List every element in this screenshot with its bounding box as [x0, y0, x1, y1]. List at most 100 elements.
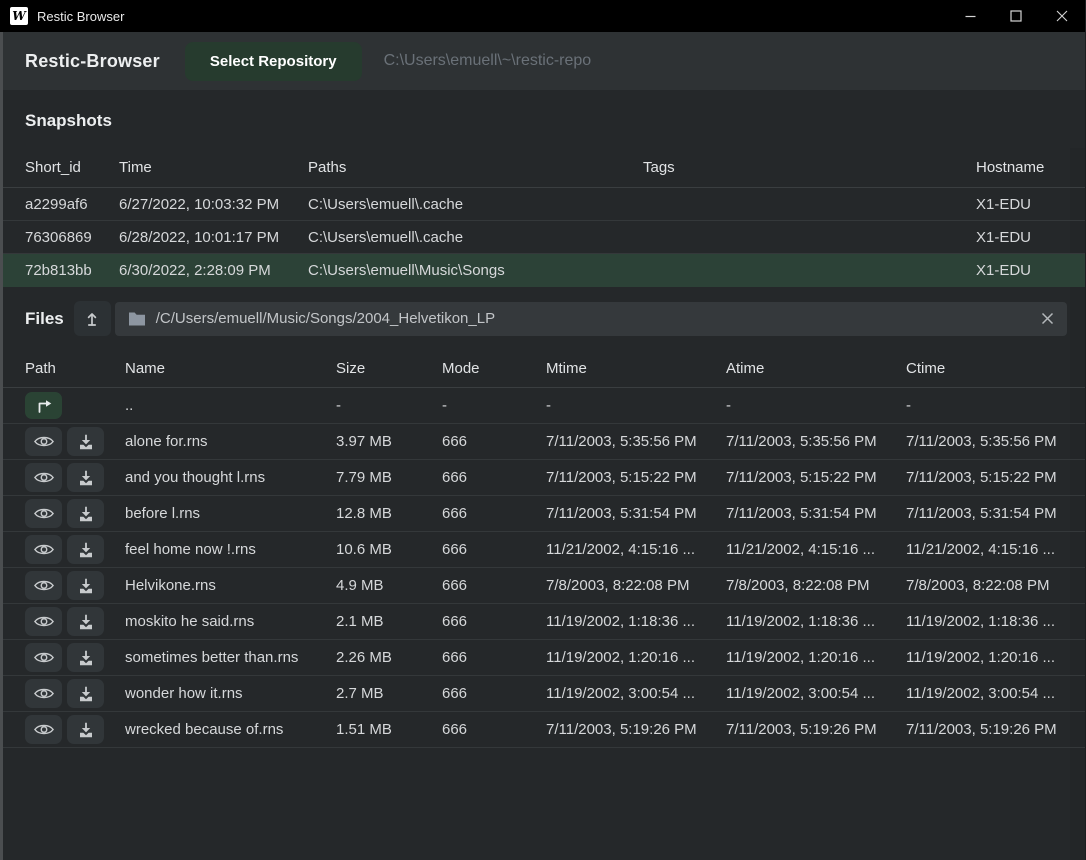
- download-file-button[interactable]: [67, 679, 104, 708]
- file-name: alone for.rns: [125, 433, 336, 450]
- download-file-button[interactable]: [67, 715, 104, 744]
- eye-icon: [34, 578, 54, 593]
- download-icon: [78, 614, 94, 630]
- file-name: moskito he said.rns: [125, 613, 336, 630]
- clear-path-button[interactable]: [1041, 312, 1054, 325]
- file-size: 2.26 MB: [336, 649, 442, 666]
- download-icon: [78, 542, 94, 558]
- snapshots-table-header: Short_id Time Paths Tags Hostname: [3, 148, 1085, 188]
- file-ctime: 11/21/2002, 4:15:16 ...: [906, 541, 1067, 558]
- download-icon: [78, 434, 94, 450]
- download-file-button[interactable]: [67, 571, 104, 600]
- preview-file-button[interactable]: [25, 463, 62, 492]
- column-header-ctime: Ctime: [906, 360, 1067, 377]
- file-name: wonder how it.rns: [125, 685, 336, 702]
- snapshot-row[interactable]: a2299af6 6/27/2022, 10:03:32 PM C:\Users…: [3, 188, 1085, 221]
- column-header-tags: Tags: [643, 159, 976, 176]
- file-mode: 666: [442, 685, 546, 702]
- folder-icon: [128, 312, 146, 326]
- preview-file-button[interactable]: [25, 499, 62, 528]
- file-name: wrecked because of.rns: [125, 721, 336, 738]
- file-ctime: 7/11/2003, 5:15:22 PM: [906, 469, 1067, 486]
- file-mode: 666: [442, 433, 546, 450]
- download-icon: [78, 722, 94, 738]
- file-ctime: 7/11/2003, 5:19:26 PM: [906, 721, 1067, 738]
- minimize-button[interactable]: [947, 0, 993, 32]
- file-mtime: 7/11/2003, 5:31:54 PM: [546, 505, 726, 522]
- eye-icon: [34, 686, 54, 701]
- file-name: sometimes better than.rns: [125, 649, 336, 666]
- snapshot-row-selected[interactable]: 72b813bb 6/30/2022, 2:28:09 PM C:\Users\…: [3, 254, 1085, 287]
- file-mode: 666: [442, 577, 546, 594]
- maximize-button[interactable]: [993, 0, 1039, 32]
- eye-icon: [34, 614, 54, 629]
- file-atime: 7/11/2003, 5:15:22 PM: [726, 469, 906, 486]
- file-atime: 11/19/2002, 1:18:36 ...: [726, 613, 906, 630]
- preview-file-button[interactable]: [25, 643, 62, 672]
- maximize-icon: [1010, 10, 1022, 22]
- preview-file-button[interactable]: [25, 571, 62, 600]
- download-file-button[interactable]: [67, 535, 104, 564]
- select-repository-button[interactable]: Select Repository: [185, 42, 362, 81]
- snapshot-row[interactable]: 76306869 6/28/2022, 10:01:17 PM C:\Users…: [3, 221, 1085, 254]
- close-button[interactable]: [1039, 0, 1085, 32]
- snapshot-paths: C:\Users\emuell\.cache: [308, 196, 643, 213]
- preview-file-button[interactable]: [25, 427, 62, 456]
- column-header-atime: Atime: [726, 360, 906, 377]
- snapshot-short-id: 76306869: [25, 229, 119, 246]
- file-ctime: -: [906, 397, 1067, 414]
- file-mtime: 11/19/2002, 1:18:36 ...: [546, 613, 726, 630]
- parent-dir-button[interactable]: [25, 392, 62, 419]
- file-size: -: [336, 397, 442, 414]
- snapshot-hostname: X1-EDU: [976, 229, 1067, 246]
- file-mode: 666: [442, 649, 546, 666]
- file-name: feel home now !.rns: [125, 541, 336, 558]
- files-table-header: Path Name Size Mode Mtime Atime Ctime: [3, 350, 1085, 388]
- snapshot-paths: C:\Users\emuell\Music\Songs: [308, 262, 643, 279]
- file-atime: -: [726, 397, 906, 414]
- file-atime: 11/19/2002, 3:00:54 ...: [726, 685, 906, 702]
- file-rows: alone for.rns 3.97 MB 666 7/11/2003, 5:3…: [3, 424, 1085, 748]
- download-file-button[interactable]: [67, 643, 104, 672]
- file-mtime: 11/19/2002, 3:00:54 ...: [546, 685, 726, 702]
- file-atime: 7/11/2003, 5:19:26 PM: [726, 721, 906, 738]
- snapshot-short-id: a2299af6: [25, 196, 119, 213]
- file-size: 4.9 MB: [336, 577, 442, 594]
- preview-file-button[interactable]: [25, 607, 62, 636]
- eye-icon: [34, 542, 54, 557]
- titlebar: W Restic Browser: [0, 0, 1085, 32]
- file-row: before l.rns 12.8 MB 666 7/11/2003, 5:31…: [3, 496, 1085, 532]
- current-path-field[interactable]: /C/Users/emuell/Music/Songs/2004_Helveti…: [115, 302, 1067, 336]
- file-mode: 666: [442, 721, 546, 738]
- snapshot-short-id: 72b813bb: [25, 262, 119, 279]
- column-header-path: Path: [25, 360, 125, 377]
- app-title: Restic-Browser: [25, 51, 160, 72]
- minimize-icon: [965, 11, 976, 22]
- files-bar: Files /C/Users/emuell/Music/Songs/2004_H…: [3, 287, 1085, 350]
- column-header-short-id: Short_id: [25, 159, 119, 176]
- clear-x-icon: [1041, 312, 1054, 325]
- file-ctime: 7/11/2003, 5:35:56 PM: [906, 433, 1067, 450]
- preview-file-button[interactable]: [25, 715, 62, 744]
- download-file-button[interactable]: [67, 427, 104, 456]
- preview-file-button[interactable]: [25, 535, 62, 564]
- file-mode: 666: [442, 469, 546, 486]
- go-up-button[interactable]: [74, 301, 111, 336]
- download-file-button[interactable]: [67, 607, 104, 636]
- eye-icon: [34, 722, 54, 737]
- download-file-button[interactable]: [67, 463, 104, 492]
- parent-dir-arrow-icon: [35, 399, 53, 413]
- download-icon: [78, 686, 94, 702]
- eye-icon: [34, 650, 54, 665]
- download-icon: [78, 470, 94, 486]
- up-arrow-icon: [85, 311, 99, 327]
- column-header-mode: Mode: [442, 360, 546, 377]
- column-header-paths: Paths: [308, 159, 643, 176]
- file-atime: 7/11/2003, 5:31:54 PM: [726, 505, 906, 522]
- file-mode: 666: [442, 613, 546, 630]
- preview-file-button[interactable]: [25, 679, 62, 708]
- snapshot-time: 6/30/2022, 2:28:09 PM: [119, 262, 308, 279]
- column-header-time: Time: [119, 159, 308, 176]
- download-file-button[interactable]: [67, 499, 104, 528]
- file-name: Helvikone.rns: [125, 577, 336, 594]
